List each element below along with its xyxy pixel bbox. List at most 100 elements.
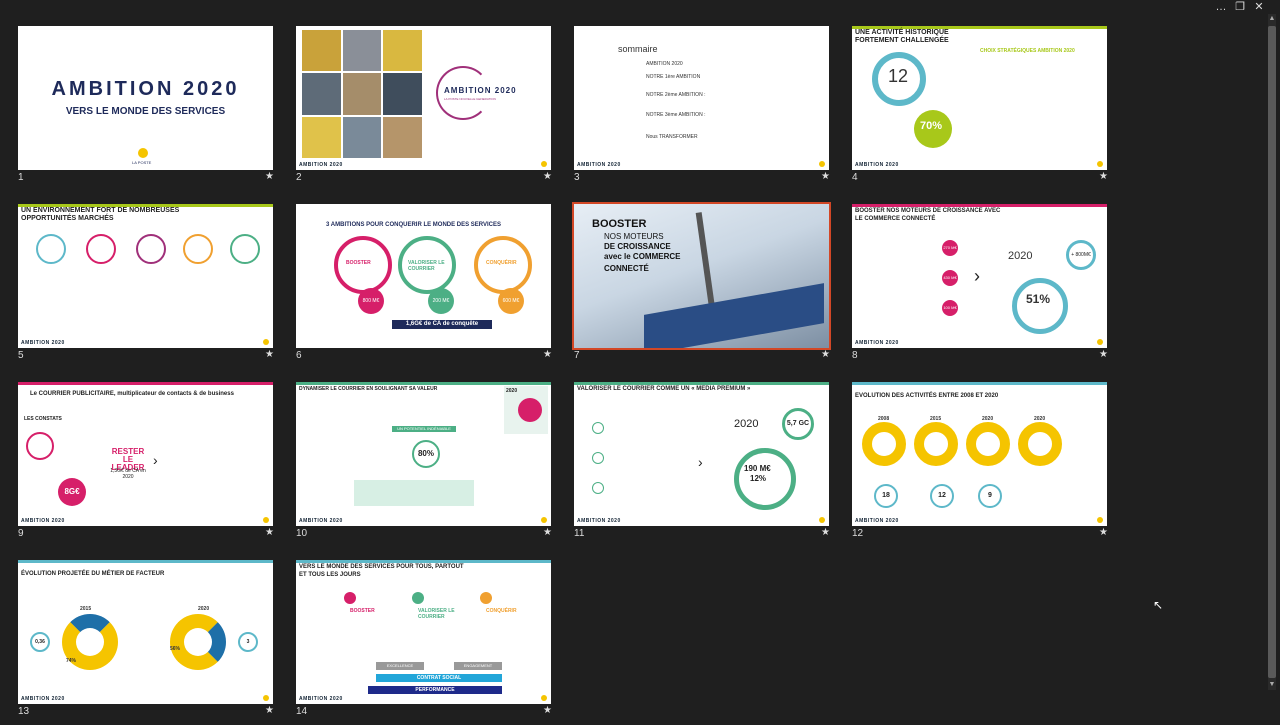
scroll-down-arrow-icon[interactable]: ▼ <box>1268 680 1276 690</box>
slide-star-icon[interactable]: ★ <box>821 171 830 182</box>
sommaire-item-3: NOTRE 2ème AMBITION : <box>646 92 706 98</box>
slide-number: 10 <box>296 528 308 539</box>
slide-star-icon[interactable]: ★ <box>821 527 830 538</box>
slide-star-icon[interactable]: ★ <box>265 705 274 716</box>
scroll-up-arrow-icon[interactable]: ▲ <box>1268 14 1276 24</box>
slide-thumbnail-2[interactable]: AMBITION 2020 LA POSTE NOUVELLE GENERATI… <box>296 26 552 183</box>
slide-14[interactable]: VERS LE MONDE DES SERVICES POUR TOUS, PA… <box>296 560 551 704</box>
slide-star-icon[interactable]: ★ <box>1099 171 1108 182</box>
photo-collage <box>302 30 422 158</box>
step-2-dot <box>412 592 424 604</box>
slide-footer: AMBITION 2020 <box>855 340 899 346</box>
year-label: 2020 <box>734 418 759 430</box>
sommaire-item-2: NOTRE 1ère AMBITION <box>646 74 701 80</box>
marker-b <box>592 452 604 464</box>
more-options-icon[interactable]: … <box>1212 0 1230 14</box>
slide-star-icon[interactable]: ★ <box>265 349 274 360</box>
slide-number: 8 <box>852 350 858 361</box>
potentiel-badge: UN POTENTIEL INDÉNIABLE <box>392 426 456 432</box>
header-bar <box>852 382 1107 385</box>
pct-value: 70% <box>920 120 943 132</box>
close-window-icon[interactable]: ✕ <box>1250 0 1268 14</box>
value-1: 270 M€ <box>942 240 958 256</box>
slide-8[interactable]: BOOSTER NOS MOTEURS DE CROISSANCE AVEC L… <box>852 204 1107 348</box>
slide-title: 3 AMBITIONS POUR CONQUERIR LE MONDE DES … <box>326 222 502 228</box>
slide-star-icon[interactable]: ★ <box>265 171 274 182</box>
pct-value: 12% <box>750 474 767 483</box>
slide-line-3: DE CROISSANCE <box>604 242 671 251</box>
slide-star-icon[interactable]: ★ <box>543 705 552 716</box>
slide-star-icon[interactable]: ★ <box>543 527 552 538</box>
slide-thumbnail-14[interactable]: VERS LE MONDE DES SERVICES POUR TOUS, PA… <box>296 560 552 717</box>
donut-4 <box>1018 422 1062 466</box>
slide-line-4: avec le COMMERCE <box>604 252 681 261</box>
slide-thumbnail-6[interactable]: 3 AMBITIONS POUR CONQUERIR LE MONDE DES … <box>296 204 552 361</box>
slide-6[interactable]: 3 AMBITIONS POUR CONQUERIR LE MONDE DES … <box>296 204 551 348</box>
home-icon <box>86 234 116 264</box>
slide-thumbnail-3[interactable]: sommaire AMBITION 2020 NOTRE 1ère AMBITI… <box>574 26 830 183</box>
slide-3[interactable]: sommaire AMBITION 2020 NOTRE 1ère AMBITI… <box>574 26 829 170</box>
slide-title: VERS LE MONDE DES SERVICES POUR TOUS, PA… <box>299 564 464 578</box>
la-poste-logo-icon <box>541 161 547 167</box>
slide-thumbnail-12[interactable]: EVOLUTION DES ACTIVITÉS ENTRE 2008 ET 20… <box>852 382 1108 539</box>
slide-star-icon[interactable]: ★ <box>543 171 552 182</box>
slide-9[interactable]: Le COURRIER PUBLICITAIRE, multiplicateur… <box>18 382 273 526</box>
slide-10[interactable]: DYNAMISER LE COURRIER EN SOULIGNANT SA V… <box>296 382 551 526</box>
slide-thumbnail-1[interactable]: AMBITION 2020 VERS LE MONDE DES SERVICES… <box>18 26 274 183</box>
ca-label: 1,3G€ de CA en 2020 <box>110 468 146 480</box>
slide-star-icon[interactable]: ★ <box>1099 527 1108 538</box>
slide-footer: AMBITION 2020 <box>299 696 343 702</box>
slide-thumbnail-13[interactable]: ÉVOLUTION PROJETÉE DU MÉTIER DE FACTEUR … <box>18 560 274 717</box>
slide-title: DYNAMISER LE COURRIER EN SOULIGNANT SA V… <box>299 386 438 392</box>
small-value-1: 0,36 <box>30 632 50 652</box>
year-2: 2020 <box>198 606 210 612</box>
value-3: 600 M€ <box>498 288 524 314</box>
slide-thumbnail-8[interactable]: BOOSTER NOS MOTEURS DE CROISSANCE AVEC L… <box>852 204 1108 361</box>
slide-7[interactable]: BOOSTER NOS MOTEURS DE CROISSANCE avec l… <box>572 202 831 350</box>
scrollbar-thumb[interactable] <box>1268 26 1276 678</box>
la-poste-logo-icon <box>1097 161 1103 167</box>
label-3: CONQUÉRIR <box>486 260 517 266</box>
slide-title: BOOSTER NOS MOTEURS DE CROISSANCE AVEC L… <box>855 208 1001 222</box>
slide-title: UNE ACTIVITÉ HISTORIQUE FORTEMENT CHALLE… <box>855 29 949 44</box>
restore-window-icon[interactable]: ❐ <box>1231 0 1249 14</box>
chevron-right-icon: › <box>974 266 980 286</box>
slide-star-icon[interactable]: ★ <box>543 349 552 360</box>
logo-text: LA POSTE <box>132 160 152 165</box>
right-title: CHOIX STRATÉGIQUES AMBITION 2020 <box>980 48 1075 54</box>
value-label: 190 M€ <box>744 464 771 473</box>
la-poste-logo-icon <box>138 148 148 158</box>
slide-thumbnail-7[interactable]: BOOSTER NOS MOTEURS DE CROISSANCE avec l… <box>572 202 831 361</box>
slide-line-2: NOS MOTEURS <box>604 232 664 241</box>
slide-12[interactable]: EVOLUTION DES ACTIVITÉS ENTRE 2008 ET 20… <box>852 382 1107 526</box>
mouse-pointer-icon: ↖ <box>1153 598 1164 612</box>
slide-thumbnail-9[interactable]: Le COURRIER PUBLICITAIRE, multiplicateur… <box>18 382 274 539</box>
slide-subtitle: VERS LE MONDE DES SERVICES <box>65 106 226 117</box>
header-bar <box>18 560 273 563</box>
step-3-label: CONQUÉRIR <box>486 608 517 614</box>
slide-thumbnail-4[interactable]: UNE ACTIVITÉ HISTORIQUE FORTEMENT CHALLE… <box>852 26 1108 183</box>
slide-thumbnail-11[interactable]: VALORISER LE COURRIER COMME UN « MEDIA P… <box>574 382 830 539</box>
value-2: 12 <box>930 484 954 508</box>
slide-title: AMBITION 2020 <box>51 78 240 100</box>
slide-5[interactable]: UN ENVIRONNEMENT FORT DE NOMBREUSES OPPO… <box>18 204 273 348</box>
slide-star-icon[interactable]: ★ <box>821 349 830 360</box>
slide-thumbnail-5[interactable]: UN ENVIRONNEMENT FORT DE NOMBREUSES OPPO… <box>18 204 274 361</box>
slide-number: 11 <box>574 528 585 539</box>
slide-thumbnail-10[interactable]: DYNAMISER LE COURRIER EN SOULIGNANT SA V… <box>296 382 552 539</box>
media-circle <box>26 432 54 460</box>
chevron-right-icon: › <box>153 452 158 468</box>
bar-excellence: EXCELLENCE <box>376 662 424 670</box>
big-value: 8G€ <box>58 478 86 506</box>
slide-title: sommaire <box>618 44 658 54</box>
slide-2[interactable]: AMBITION 2020 LA POSTE NOUVELLE GENERATI… <box>296 26 551 170</box>
slide-13[interactable]: ÉVOLUTION PROJETÉE DU MÉTIER DE FACTEUR … <box>18 560 273 704</box>
value-1: 18 <box>874 484 898 508</box>
slide-11[interactable]: VALORISER LE COURRIER COMME UN « MEDIA P… <box>574 382 829 526</box>
slide-4[interactable]: UNE ACTIVITÉ HISTORIQUE FORTEMENT CHALLE… <box>852 26 1107 170</box>
donut-2020 <box>170 614 226 670</box>
slide-star-icon[interactable]: ★ <box>265 527 274 538</box>
slide-star-icon[interactable]: ★ <box>1099 349 1108 360</box>
slide-1[interactable]: AMBITION 2020 VERS LE MONDE DES SERVICES… <box>18 26 273 170</box>
slide-number: 6 <box>296 350 302 361</box>
